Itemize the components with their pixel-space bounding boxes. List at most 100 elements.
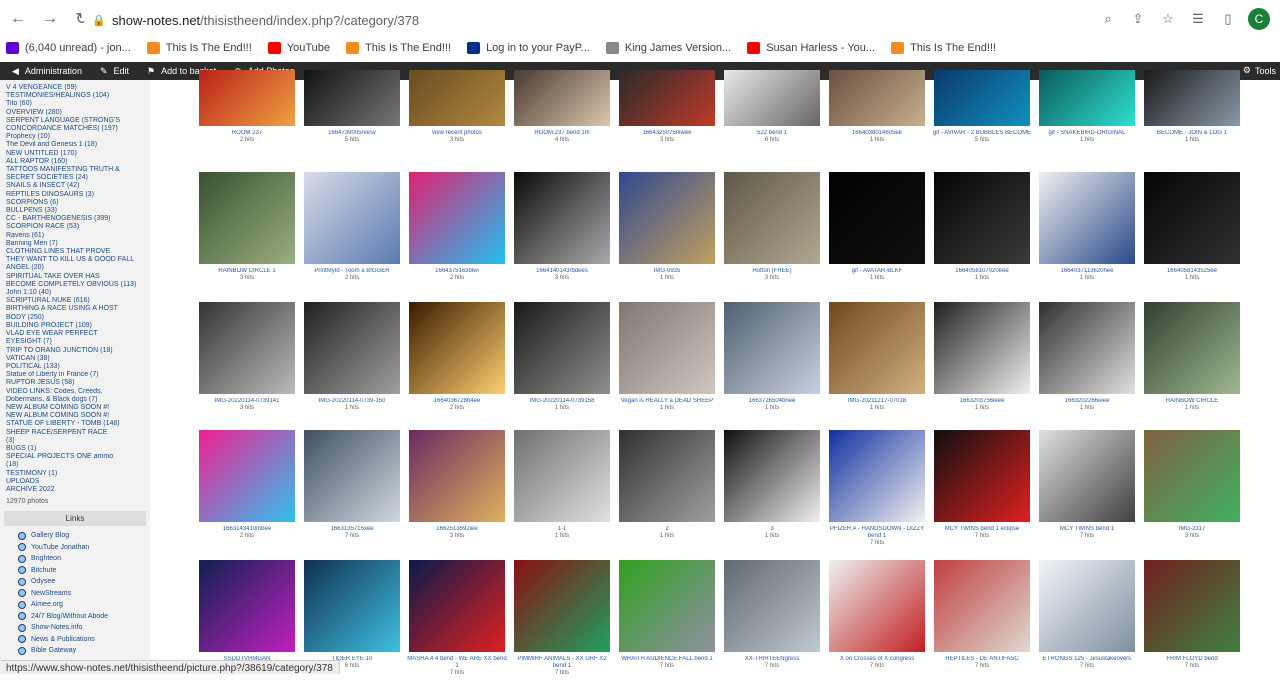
category-link[interactable]: ALL RAPTOR (160): [6, 158, 146, 166]
category-link[interactable]: UPLOADS: [6, 478, 146, 486]
bookmark-item[interactable]: (6,040 unread) - jon...: [6, 42, 131, 54]
category-link[interactable]: NEW ALBUM COMING SOON #!: [6, 412, 146, 420]
search-icon[interactable]: ⌕: [1098, 9, 1118, 29]
category-link[interactable]: SCORPION RACE (53): [6, 223, 146, 231]
category-link[interactable]: STATUE OF LIBERTY - TOMB (148): [6, 420, 146, 428]
photo-thumbnail[interactable]: PFIZER A - HANDSDOWN - DIZZY bend 17 hit…: [825, 426, 929, 550]
photo-thumbnail[interactable]: IMG-20220114-0739-1501 hits: [300, 298, 404, 422]
sidebar-link[interactable]: News & Publications: [0, 634, 150, 646]
reading-list-icon[interactable]: ☰: [1188, 9, 1208, 29]
photo-caption[interactable]: 1663202266ieee1 hits: [1035, 398, 1139, 412]
photo-image[interactable]: [1039, 430, 1135, 522]
photo-image[interactable]: [829, 70, 925, 126]
photo-thumbnail[interactable]: 21 hits: [615, 426, 719, 550]
category-link[interactable]: OVERVIEW (280): [6, 109, 146, 117]
photo-thumbnail[interactable]: 1662513592iee3 hits: [405, 426, 509, 550]
photo-thumbnail[interactable]: 1663143410mbee2 hits: [195, 426, 299, 550]
photo-image[interactable]: [304, 430, 400, 522]
sidebar-link[interactable]: Bitchute: [0, 565, 150, 577]
category-link[interactable]: (3): [6, 437, 146, 445]
photo-thumbnail[interactable]: 1-11 hits: [510, 426, 614, 550]
photo-thumbnail[interactable]: PIMMIRF ANIMALS - XX URF X2 bend 17 hits: [510, 556, 614, 680]
photo-caption[interactable]: 1664058107020eee1 hits: [930, 268, 1034, 282]
photo-image[interactable]: [1039, 560, 1135, 652]
photo-caption[interactable]: ROOM 237 bend 1m4 hits: [510, 130, 614, 144]
photo-caption[interactable]: PrintMyId - Toom a BIGGER2 hits: [300, 268, 404, 282]
photo-image[interactable]: [514, 560, 610, 652]
photo-caption[interactable]: IMG-20220114-0739-1501 hits: [300, 398, 404, 412]
category-link[interactable]: V 4 VENGEANCE (59): [6, 84, 146, 92]
photo-thumbnail[interactable]: 1663202266ieee1 hits: [1035, 298, 1139, 422]
category-link[interactable]: BUGS (1): [6, 445, 146, 453]
photo-image[interactable]: [304, 302, 400, 394]
photo-image[interactable]: [199, 70, 295, 126]
category-link[interactable]: SCRIPTURAL NUKE (616): [6, 297, 146, 305]
photo-caption[interactable]: ROOM 2372 hits: [195, 130, 299, 144]
category-link[interactable]: RUPTOR JESUS (58): [6, 379, 146, 387]
photo-caption[interactable]: ETRONGS 125 - Jesustakeovers7 hits: [1035, 656, 1139, 670]
category-link[interactable]: POLITICAL (133): [6, 363, 146, 371]
category-link[interactable]: BIRTHING A RACE USING A HOST: [6, 305, 146, 313]
category-link[interactable]: ARCHIVE 2022: [6, 486, 146, 494]
sidebar-link[interactable]: 24/7 Blog/Without Abode: [0, 611, 150, 623]
sidebar-link[interactable]: Show-Notes.info: [0, 622, 150, 634]
category-link[interactable]: SHEEP RACE/SERPENT RACE: [6, 429, 146, 437]
share-icon[interactable]: ⇪: [1128, 9, 1148, 29]
photo-caption[interactable]: REPTILES - DE ANTIFASC7 hits: [930, 656, 1034, 670]
bookmark-item[interactable]: This Is The End!!!: [891, 42, 996, 54]
photo-image[interactable]: [724, 172, 820, 264]
sidebar-link[interactable]: Odysee: [0, 576, 150, 588]
photo-caption[interactable]: IMG-20220114-07391413 hits: [195, 398, 299, 412]
photo-thumbnail[interactable]: 31 hits: [720, 426, 824, 550]
photo-image[interactable]: [619, 430, 715, 522]
category-link[interactable]: VLAD EYE WEAR PERFECT: [6, 330, 146, 338]
photo-caption[interactable]: PFIZER A - HANDSDOWN - DIZZY bend 17 hit…: [825, 526, 929, 547]
bookmark-item[interactable]: King James Version...: [606, 42, 731, 54]
sidebar-link[interactable]: Brighteon: [0, 553, 150, 565]
photo-image[interactable]: [514, 430, 610, 522]
photo-thumbnail[interactable]: 1664058143525ee1 hits: [1140, 168, 1244, 292]
bookmark-item[interactable]: Susan Harless - You...: [747, 42, 875, 54]
photo-caption[interactable]: 1664058143525ee1 hits: [1140, 268, 1244, 282]
photo-image[interactable]: [409, 430, 505, 522]
category-link[interactable]: John 1:10 (40): [6, 289, 146, 297]
photo-caption[interactable]: MCY TWINS bend 1 eclipse7 hits: [930, 526, 1034, 540]
photo-image[interactable]: [619, 172, 715, 264]
photo-image[interactable]: [514, 70, 610, 126]
photo-caption[interactable]: Vegan is REALLY a DEAD SHEEP1 hits: [615, 398, 719, 412]
category-link[interactable]: BUILDING PROJECT (109): [6, 322, 146, 330]
photo-thumbnail[interactable]: IMG-20211217-070181 hits: [825, 298, 929, 422]
category-link[interactable]: CC - BARTHENOGENESIS (399): [6, 215, 146, 223]
photo-thumbnail[interactable]: RAINBOW CIRCLE 13 hits: [195, 168, 299, 292]
photo-image[interactable]: [1144, 70, 1240, 126]
category-link[interactable]: REPTILES DINOSAURS (3): [6, 191, 146, 199]
photo-image[interactable]: [199, 560, 295, 652]
photo-thumbnail[interactable]: gif - AVATAR-BLKF1 hits: [825, 168, 929, 292]
category-link[interactable]: SCORPIONS (6): [6, 199, 146, 207]
photo-image[interactable]: [199, 430, 295, 522]
photo-caption[interactable]: XX-THIRTEENgress7 hits: [720, 656, 824, 670]
category-link[interactable]: VATICAN (38): [6, 355, 146, 363]
photo-caption[interactable]: 1664037113620hee1 hits: [1035, 268, 1139, 282]
tools-link[interactable]: ⚙Tools: [1243, 65, 1276, 76]
photo-caption[interactable]: 1664140143rbdees3 hits: [510, 268, 614, 282]
photo-caption[interactable]: 21 hits: [615, 526, 719, 540]
photo-caption[interactable]: RAINBOW CIRCLE 13 hits: [195, 268, 299, 282]
lock-icon[interactable]: 🔒: [90, 14, 108, 27]
photo-caption[interactable]: 1664036728b4ee2 hits: [405, 398, 509, 412]
photo-image[interactable]: [1144, 172, 1240, 264]
photo-thumbnail[interactable]: 1664037113620hee1 hits: [1035, 168, 1139, 292]
address-bar[interactable]: 🔒 show-notes.net/thisistheend/index.php?…: [84, 6, 1174, 34]
photo-image[interactable]: [829, 302, 925, 394]
photo-thumbnail[interactable]: 1663726504bnee1 hits: [720, 298, 824, 422]
photo-image[interactable]: [304, 70, 400, 126]
photo-caption[interactable]: MCY TWINS bend 17 hits: [1035, 526, 1139, 540]
photo-image[interactable]: [829, 430, 925, 522]
sidebar-link[interactable]: Bible Gateway: [0, 645, 150, 657]
photo-thumbnail[interactable]: 1664058107020eee1 hits: [930, 168, 1034, 292]
photo-thumbnail[interactable]: MCY TWINS bend 1 eclipse7 hits: [930, 426, 1034, 550]
photo-image[interactable]: [934, 172, 1030, 264]
category-link[interactable]: SPIRITUAL TAKE OVER HAS: [6, 273, 146, 281]
photo-image[interactable]: [1144, 302, 1240, 394]
photo-caption[interactable]: IMG-23173 hits: [1140, 526, 1244, 540]
